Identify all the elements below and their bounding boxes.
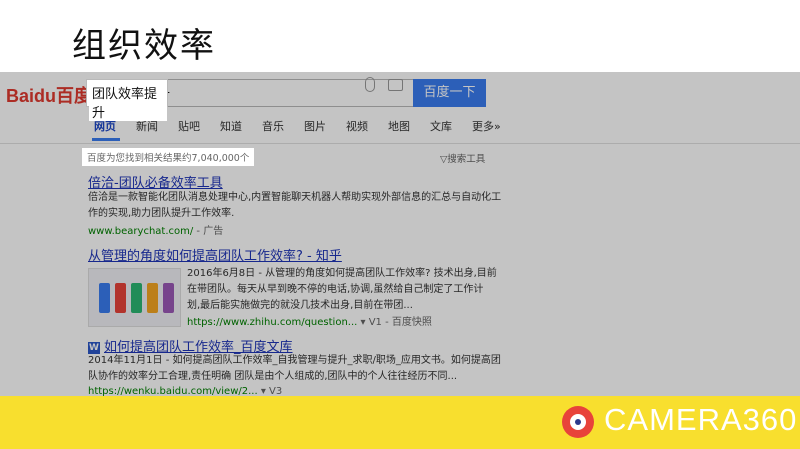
result-desc-line: 2016年6月8日 - 从管理的角度如何提高团队工作效率? 技术出身,目前 <box>187 268 497 279</box>
result-desc-line: 倍洽是一款智能化团队消息处理中心,内置智能聊天机器人帮助实现外部信息的汇总与自动… <box>88 192 502 203</box>
tab-news[interactable]: 新闻 <box>136 120 158 133</box>
brand-name: CAMERA360 <box>604 402 798 437</box>
slide-title: 组织效率 <box>72 26 216 66</box>
result-desc-1: 倍洽是一款智能化团队消息处理中心,内置智能聊天机器人帮助实现外部信息的汇总与自动… <box>88 190 501 222</box>
microphone-icon[interactable] <box>365 77 375 92</box>
result-url-1[interactable]: www.bearychat.com/ - 广告 <box>88 222 223 237</box>
baidu-logo-text: Baidu百度 <box>6 86 93 106</box>
result-url-2[interactable]: https://www.zhihu.com/question... ▾ V1 -… <box>187 313 432 328</box>
search-query-highlight: 团队效率提升 <box>89 83 167 121</box>
result-desc-2: 2016年6月8日 - 从管理的角度如何提高团队工作效率? 技术出身,目前 在带… <box>187 266 497 314</box>
divider <box>0 143 800 144</box>
tab-wenku[interactable]: 文库 <box>430 120 452 133</box>
result-url[interactable]: https://www.zhihu.com/question... <box>187 317 357 328</box>
tab-tieba[interactable]: 贴吧 <box>178 120 200 133</box>
camera-icon[interactable] <box>388 79 403 91</box>
result-url[interactable]: www.bearychat.com/ <box>88 226 193 237</box>
result-desc-line: 队协作的效率分工合理,责任明确 团队是由个人组成的,团队中的个人往往经历不同..… <box>88 371 458 382</box>
baidu-screenshot: Baidu百度 团队效率提升 百度一下 网页 新闻 贴吧 知道 音乐 图片 视频 地图 文库 更多… <box>0 72 800 400</box>
tab-video[interactable]: 视频 <box>346 120 368 133</box>
tab-images[interactable]: 图片 <box>304 120 326 133</box>
tab-music[interactable]: 音乐 <box>262 120 284 133</box>
active-tab-indicator <box>92 138 120 141</box>
search-tools-button[interactable]: ▽搜索工具 <box>440 151 485 165</box>
result-desc-line: 在带团队。每天从早到晚不停的电话,协调,虽然给自己制定了工作计 <box>187 284 484 295</box>
result-desc-line: 划,最后能实施做完的就没几技术出身,目前在带团... <box>187 300 413 311</box>
tab-zhidao[interactable]: 知道 <box>220 120 242 133</box>
result-thumbnail[interactable] <box>88 268 181 327</box>
result-title-2[interactable]: 从管理的角度如何提高团队工作效率? - 知乎 <box>88 245 342 264</box>
tab-more[interactable]: 更多» <box>472 120 501 133</box>
camera360-logo-icon <box>562 406 594 438</box>
baidu-logo[interactable]: Baidu百度 <box>6 82 92 108</box>
tab-web[interactable]: 网页 <box>94 120 116 133</box>
result-desc-line: 2014年11月1日 - 如何提高团队工作效率_自我管理与提升_求职/职场_应用… <box>88 355 501 366</box>
result-title-1[interactable]: 倍洽-团队必备效率工具 <box>88 172 223 191</box>
highlighted-query: 团队效率提升 <box>86 79 168 121</box>
result-desc-3: 2014年11月1日 - 如何提高团队工作效率_自我管理与提升_求职/职场_应用… <box>88 353 501 385</box>
search-button[interactable]: 百度一下 <box>413 79 486 107</box>
snapshot-link[interactable]: ▾ V1 - 百度快照 <box>357 317 432 328</box>
ad-label: - 广告 <box>193 226 224 237</box>
tab-map[interactable]: 地图 <box>388 120 410 133</box>
result-desc-line: 作的实现,助力团队提升工作效率. <box>88 208 235 219</box>
result-count-highlight: 百度为您找到相关结果约7,040,000个 <box>82 148 255 166</box>
